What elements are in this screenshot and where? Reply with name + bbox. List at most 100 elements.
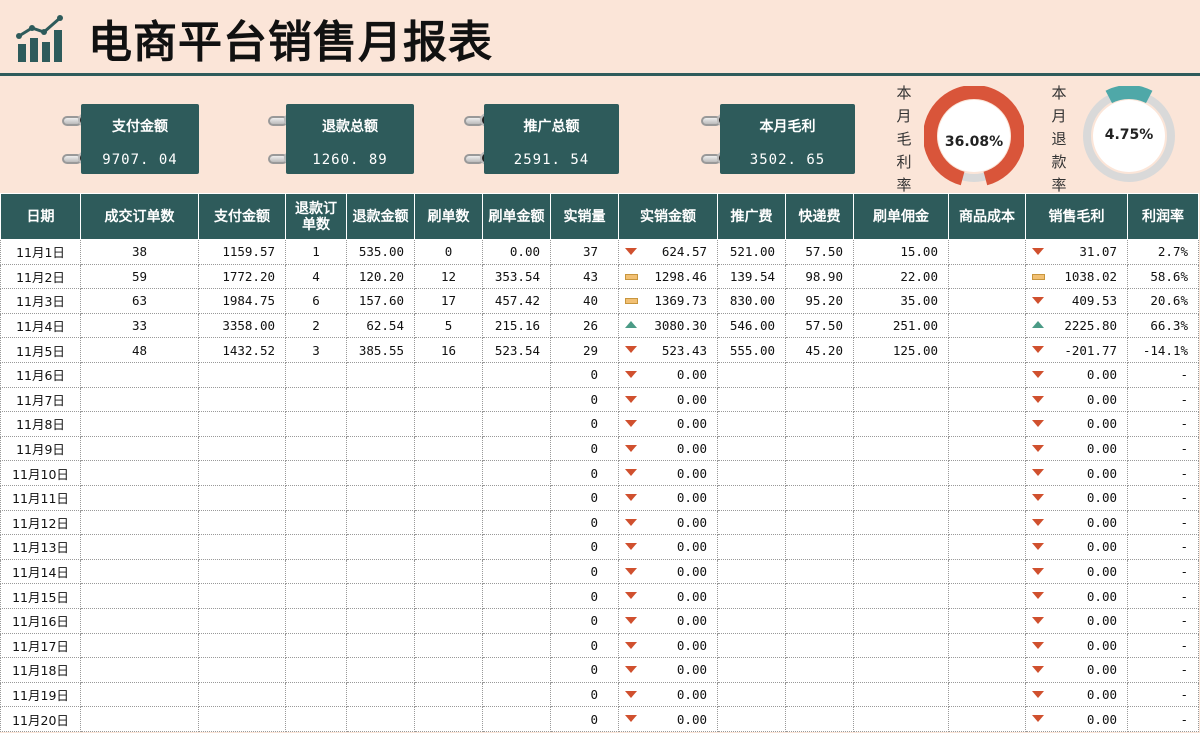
cell-cost[interactable] <box>948 558 1026 585</box>
cell-cost[interactable] <box>948 288 1026 314</box>
cell-rate[interactable]: - <box>1127 460 1199 486</box>
cell-date[interactable]: 11月11日 <box>0 484 81 511</box>
cell-brush-amt[interactable] <box>482 607 551 634</box>
cell-ref-amt[interactable] <box>346 657 415 683</box>
cell-cost[interactable] <box>948 239 1026 265</box>
cell-promo[interactable] <box>717 534 786 560</box>
cell-brush-amt[interactable] <box>482 558 551 585</box>
column-header[interactable]: 实销量 <box>550 193 619 240</box>
cell-ref-n[interactable] <box>285 435 347 462</box>
cell-ref-n[interactable] <box>285 706 347 732</box>
cell-brush-n[interactable] <box>414 484 483 511</box>
cell-pay[interactable] <box>198 534 286 560</box>
cell-promo[interactable]: 546.00 <box>717 312 786 339</box>
cell-date[interactable]: 11月19日 <box>0 681 81 708</box>
cell-brush-amt[interactable]: 353.54 <box>482 263 551 290</box>
cell-sales[interactable]: 0.00 <box>618 534 718 560</box>
cell-ref-amt[interactable] <box>346 607 415 634</box>
cell-brush-n[interactable] <box>414 681 483 708</box>
cell-brush-amt[interactable] <box>482 435 551 462</box>
cell-ref-amt[interactable] <box>346 632 415 659</box>
cell-brush-n[interactable] <box>414 435 483 462</box>
cell-brush-amt[interactable] <box>482 657 551 683</box>
cell-pay[interactable] <box>198 607 286 634</box>
cell-brush-n[interactable] <box>414 411 483 437</box>
cell-brush-amt[interactable] <box>482 706 551 732</box>
cell-ref-amt[interactable]: 62.54 <box>346 312 415 339</box>
cell-rate[interactable]: - <box>1127 534 1199 560</box>
cell-cost[interactable] <box>948 583 1026 609</box>
cell-comm[interactable]: 15.00 <box>853 239 949 265</box>
cell-promo[interactable] <box>717 681 786 708</box>
cell-qty[interactable]: 0 <box>550 632 619 659</box>
cell-brush-n[interactable]: 17 <box>414 288 483 314</box>
cell-promo[interactable] <box>717 607 786 634</box>
cell-qty[interactable]: 26 <box>550 312 619 339</box>
cell-comm[interactable] <box>853 632 949 659</box>
cell-orders[interactable] <box>80 435 199 462</box>
cell-ship[interactable] <box>785 361 854 388</box>
cell-orders[interactable] <box>80 706 199 732</box>
cell-cost[interactable] <box>948 706 1026 732</box>
cell-brush-amt[interactable] <box>482 583 551 609</box>
cell-date[interactable]: 11月16日 <box>0 607 81 634</box>
cell-orders[interactable] <box>80 607 199 634</box>
cell-date[interactable]: 11月13日 <box>0 534 81 560</box>
cell-ref-amt[interactable]: 157.60 <box>346 288 415 314</box>
cell-comm[interactable] <box>853 460 949 486</box>
cell-sales[interactable]: 0.00 <box>618 558 718 585</box>
cell-date[interactable]: 11月2日 <box>0 263 81 290</box>
cell-cost[interactable] <box>948 484 1026 511</box>
cell-qty[interactable]: 29 <box>550 337 619 363</box>
cell-brush-amt[interactable]: 0.00 <box>482 239 551 265</box>
cell-pay[interactable]: 3358.00 <box>198 312 286 339</box>
cell-gp[interactable]: 1038.02 <box>1025 263 1128 290</box>
cell-pay[interactable] <box>198 386 286 413</box>
cell-gp[interactable]: 0.00 <box>1025 706 1128 732</box>
cell-ref-n[interactable] <box>285 583 347 609</box>
cell-orders[interactable] <box>80 386 199 413</box>
cell-orders[interactable]: 38 <box>80 239 199 265</box>
cell-pay[interactable] <box>198 460 286 486</box>
cell-ref-amt[interactable]: 535.00 <box>346 239 415 265</box>
cell-comm[interactable] <box>853 411 949 437</box>
cell-promo[interactable] <box>717 632 786 659</box>
cell-rate[interactable]: - <box>1127 386 1199 413</box>
cell-pay[interactable] <box>198 484 286 511</box>
cell-comm[interactable]: 251.00 <box>853 312 949 339</box>
cell-sales[interactable]: 0.00 <box>618 411 718 437</box>
cell-ref-n[interactable] <box>285 484 347 511</box>
column-header[interactable]: 商品成本 <box>948 193 1026 240</box>
cell-ship[interactable] <box>785 386 854 413</box>
cell-ref-n[interactable] <box>285 460 347 486</box>
cell-qty[interactable]: 43 <box>550 263 619 290</box>
cell-sales[interactable]: 0.00 <box>618 583 718 609</box>
cell-ship[interactable] <box>785 657 854 683</box>
cell-ref-n[interactable] <box>285 509 347 536</box>
cell-ref-amt[interactable] <box>346 558 415 585</box>
cell-ref-amt[interactable] <box>346 386 415 413</box>
column-header[interactable]: 支付金额 <box>198 193 286 240</box>
cell-rate[interactable]: 66.3% <box>1127 312 1199 339</box>
cell-comm[interactable] <box>853 558 949 585</box>
cell-qty[interactable]: 0 <box>550 681 619 708</box>
cell-pay[interactable] <box>198 632 286 659</box>
cell-ship[interactable] <box>785 534 854 560</box>
cell-promo[interactable]: 830.00 <box>717 288 786 314</box>
cell-ref-amt[interactable]: 120.20 <box>346 263 415 290</box>
cell-qty[interactable]: 0 <box>550 411 619 437</box>
cell-date[interactable]: 11月20日 <box>0 706 81 732</box>
cell-ref-n[interactable]: 4 <box>285 263 347 290</box>
cell-brush-n[interactable] <box>414 460 483 486</box>
cell-promo[interactable] <box>717 706 786 732</box>
cell-qty[interactable]: 37 <box>550 239 619 265</box>
cell-rate[interactable]: - <box>1127 657 1199 683</box>
cell-qty[interactable]: 0 <box>550 509 619 536</box>
cell-ref-amt[interactable] <box>346 509 415 536</box>
cell-rate[interactable]: - <box>1127 435 1199 462</box>
cell-sales[interactable]: 523.43 <box>618 337 718 363</box>
column-header[interactable]: 刷单佣金 <box>853 193 949 240</box>
cell-ref-amt[interactable] <box>346 534 415 560</box>
cell-cost[interactable] <box>948 312 1026 339</box>
cell-cost[interactable] <box>948 632 1026 659</box>
